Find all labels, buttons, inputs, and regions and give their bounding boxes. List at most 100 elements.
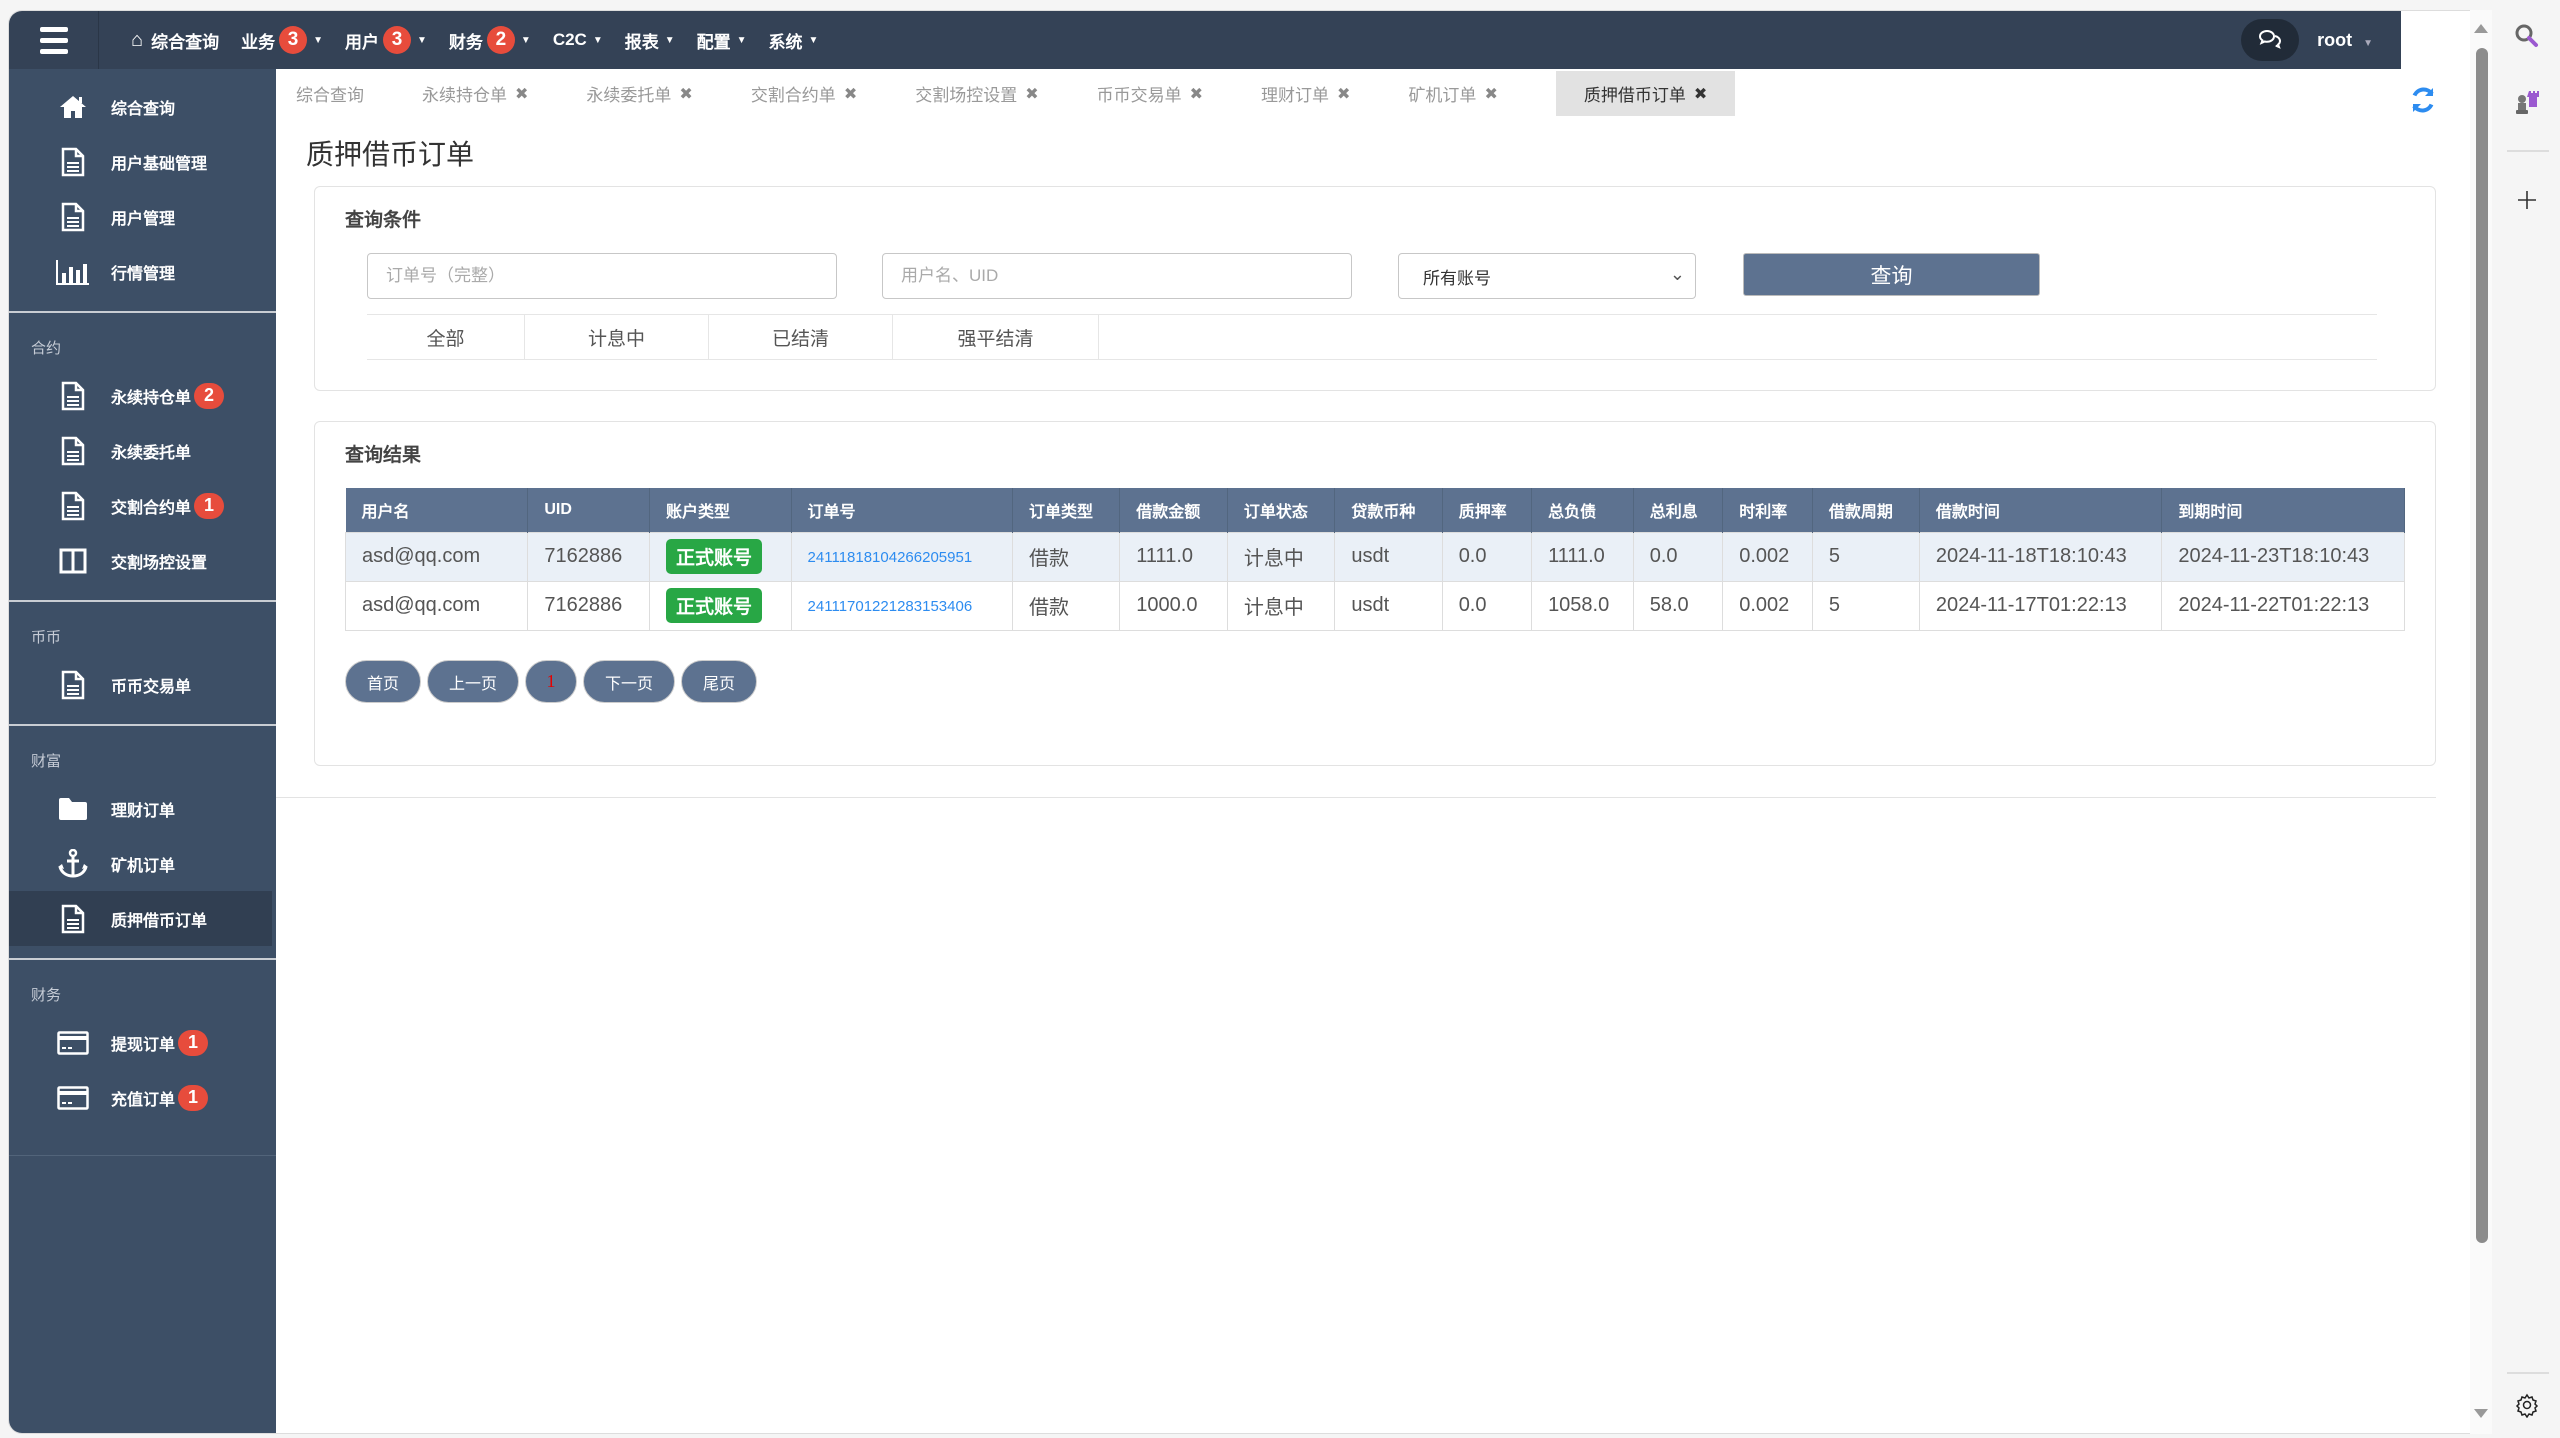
tab[interactable]: 币币交易单 ✖ (1097, 71, 1231, 116)
sidebar-item[interactable]: 理财订单 (9, 781, 272, 836)
sidebar-item[interactable]: 质押借币订单 (9, 891, 272, 946)
tab[interactable]: 永续持仓单 ✖ (422, 71, 556, 116)
table-cell: 正式账号 (648, 531, 792, 582)
tab[interactable]: 矿机订单 ✖ (1408, 71, 1525, 116)
chess-pieces-icon (2516, 91, 2539, 114)
caret-down-icon: ▼ (592, 34, 603, 46)
nav-menu-6[interactable]: 配置 ▼ (697, 28, 747, 53)
sidebar-item[interactable]: 交割场控设置 (9, 533, 272, 588)
strip-divider (2507, 1372, 2549, 1374)
chat-button[interactable] (2241, 19, 2300, 61)
nav-menu-7[interactable]: 系统 ▼ (769, 28, 819, 53)
search-button[interactable]: 查询 (1743, 253, 2040, 296)
order-number-input[interactable] (367, 253, 837, 299)
column-header: 用户名 (345, 488, 529, 532)
results-panel: 查询结果 用户名 UID 账户类型 订单号 订单类型 借款金额 订单状态 贷款币种 质押率 总负债… (314, 421, 2436, 766)
scroll-up-arrow-icon[interactable] (2474, 24, 2488, 33)
tab[interactable]: 交割场控设置 ✖ (915, 71, 1066, 116)
order-number-link[interactable]: 24111818104266205951 (808, 549, 973, 566)
tab[interactable]: 交割合约单 ✖ (751, 71, 885, 116)
user-menu[interactable]: root ▼ (2317, 30, 2373, 51)
table-cell: 0.0 (1441, 531, 1533, 582)
notification-badge: 1 (178, 1029, 209, 1056)
columns-icon (55, 548, 91, 574)
close-icon[interactable]: ✖ (1190, 84, 1203, 104)
refresh-button[interactable] (2408, 85, 2438, 115)
hamburger-icon (39, 24, 68, 57)
username-uid-input[interactable] (882, 253, 1352, 299)
tab[interactable]: 理财订单 ✖ (1261, 71, 1378, 116)
close-icon[interactable]: ✖ (515, 84, 528, 104)
first-page-button[interactable]: 首页 (345, 660, 421, 703)
table-row: asd@qq.com 7162886 正式账号 2411170122128315340… (344, 580, 2405, 631)
column-header: 订单状态 (1227, 488, 1336, 532)
browser-search-button[interactable] (2507, 16, 2547, 56)
vertical-scrollbar[interactable] (2470, 10, 2492, 1434)
column-header: 总负债 (1531, 488, 1634, 532)
close-icon[interactable]: ✖ (844, 84, 857, 104)
app-window: ⌂ 综合查询 业务 3 ▼ 用户 3 ▼ 财务 2 ▼ C2C ▼ 报表 ▼ 配置 ▼ 系统 ▼ root ▼ 综合… (8, 10, 2488, 1434)
tab-bar: 综合查询 永续持仓单 ✖ 永续委托单 ✖ 交割合约单 ✖ 交割场控设置 ✖ 币币交易单 ✖ 理财订单 ✖… (296, 71, 1736, 116)
browser-games-button[interactable] (2507, 82, 2547, 122)
close-icon[interactable]: ✖ (1484, 84, 1497, 104)
document-icon (55, 436, 91, 466)
status-filter-bar: 全部 计息中 已结清 强平结清 (367, 314, 2377, 360)
next-page-button[interactable]: 下一页 (583, 660, 675, 703)
table-cell: 24111818104266205951 (790, 531, 1013, 582)
status-filter-tab[interactable]: 强平结清 (893, 315, 1099, 359)
current-page-button[interactable]: 1 (525, 660, 577, 703)
sidebar-item[interactable]: 提现订单 1 (9, 1015, 272, 1070)
folder-icon (55, 797, 91, 821)
nav-menu-4[interactable]: C2C ▼ (553, 30, 603, 50)
scroll-down-arrow-icon[interactable] (2474, 1409, 2488, 1418)
status-filter-tab[interactable]: 全部 (367, 315, 525, 359)
close-icon[interactable]: ✖ (1694, 84, 1707, 104)
last-page-button[interactable]: 尾页 (681, 660, 757, 703)
account-type-select[interactable]: 所有账号 ⌄ (1398, 253, 1696, 299)
nav-menu-5[interactable]: 报表 ▼ (625, 28, 675, 53)
sidebar-item-label: 交割场控设置 (111, 554, 208, 572)
document-icon (55, 491, 91, 521)
sidebar-item[interactable]: 充值订单 1 (9, 1070, 272, 1125)
nav-menu-3[interactable]: 财务 2 ▼ (449, 26, 531, 54)
sidebar-group-title: 币币 (31, 629, 62, 646)
sidebar-item-label: 行情管理 (111, 265, 176, 283)
account-type-select-value: 所有账号 (1423, 268, 1491, 288)
close-icon[interactable]: ✖ (1025, 84, 1038, 104)
nav-menu-1[interactable]: 业务 3 ▼ (241, 26, 323, 54)
status-filter-tab[interactable]: 计息中 (525, 315, 709, 359)
status-filter-tab[interactable]: 已结清 (709, 315, 893, 359)
sidebar-item[interactable]: 用户基础管理 (9, 134, 272, 189)
tab[interactable]: 永续委托单 ✖ (586, 71, 720, 116)
table-cell: 7162886 (527, 580, 650, 631)
tab[interactable]: 质押借币订单 ✖ (1555, 71, 1736, 116)
prev-page-button[interactable]: 上一页 (427, 660, 519, 703)
sidebar-item[interactable]: 行情管理 (9, 244, 272, 299)
add-button[interactable] (2507, 180, 2547, 220)
sidebar-item[interactable]: 综合查询 (9, 79, 272, 134)
sidebar-item[interactable]: 交割合约单 1 (9, 478, 272, 533)
page-title: 质押借币订单 (306, 139, 475, 170)
sidebar-item[interactable]: 永续持仓单 2 (9, 368, 272, 423)
sidebar-item[interactable]: 矿机订单 (9, 836, 272, 891)
order-number-link[interactable]: 24111701221283153406 (808, 598, 973, 615)
close-icon[interactable]: ✖ (679, 84, 692, 104)
document-icon (55, 202, 91, 232)
sidebar-item[interactable]: 币币交易单 (9, 657, 272, 712)
menu-toggle-button[interactable] (9, 11, 99, 69)
settings-button[interactable] (2507, 1385, 2547, 1425)
close-icon[interactable]: ✖ (1337, 84, 1350, 104)
nav-menu-0[interactable]: ⌂ 综合查询 (131, 28, 219, 53)
sidebar-item-label: 币币交易单 (111, 678, 192, 696)
sidebar-item[interactable]: 用户管理 (9, 189, 272, 244)
scrollbar-thumb[interactable] (2476, 48, 2488, 1243)
tab[interactable]: 综合查询 (296, 71, 392, 116)
tab-label: 矿机订单 (1408, 86, 1477, 105)
query-panel: 查询条件 所有账号 ⌄ 查询 全部计息中已结清强平结清 (314, 186, 2436, 391)
table-cell: 0.0 (1441, 580, 1533, 631)
account-type-badge: 正式账号 (665, 539, 762, 574)
nav-menu-2[interactable]: 用户 3 ▼ (345, 26, 427, 54)
sidebar-item[interactable]: 永续委托单 (9, 423, 272, 478)
table-cell: asd@qq.com (344, 531, 529, 582)
nav-menu-label: 用户 (345, 32, 379, 52)
